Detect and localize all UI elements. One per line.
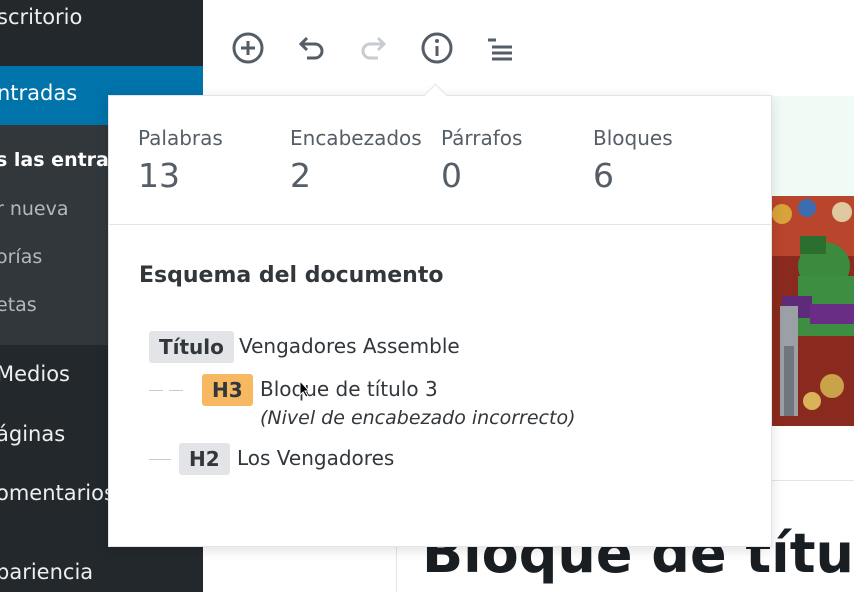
sidebar-item-paginas[interactable]: áginas xyxy=(0,422,65,446)
undo-icon xyxy=(298,36,324,60)
plus-circle-icon xyxy=(232,32,264,64)
stat-value: 6 xyxy=(593,156,614,195)
outline-indent-line xyxy=(169,390,183,391)
submenu-item-add-new[interactable]: r nueva xyxy=(0,198,69,220)
info-icon xyxy=(421,32,453,64)
outline-indent-line xyxy=(149,459,171,460)
mouse-cursor-icon xyxy=(299,380,311,398)
info-button[interactable] xyxy=(419,30,455,66)
outline-heading: Esquema del documento xyxy=(139,263,444,288)
sidebar-item-escritorio[interactable]: scritorio xyxy=(0,0,203,40)
outline-item-warning: (Nivel de encabezado incorrecto) xyxy=(260,407,576,429)
stat-label: Palabras xyxy=(138,126,223,150)
sidebar-item-comentarios[interactable]: omentarios xyxy=(0,481,115,505)
list-icon xyxy=(488,38,512,61)
undo-button[interactable] xyxy=(293,30,329,66)
sidebar-item-label: ntradas xyxy=(0,81,78,105)
stat-blocks: Bloques 6 xyxy=(593,126,673,195)
redo-icon xyxy=(361,36,387,60)
outline-item-text: Vengadores Assemble xyxy=(239,334,460,358)
submenu-item-tags[interactable]: etas xyxy=(0,294,37,316)
stat-label: Párrafos xyxy=(441,126,523,150)
sidebar-item-apariencia[interactable]: pariencia xyxy=(0,560,93,584)
stat-words: Palabras 13 xyxy=(138,126,223,195)
outline-item-text: Bloque de título 3 xyxy=(260,377,438,401)
editor-toolbar xyxy=(203,0,854,96)
stat-value: 0 xyxy=(441,156,462,195)
document-info-popover: Palabras 13 Encabezados 2 Párrafos 0 Blo… xyxy=(108,83,772,547)
stat-value: 2 xyxy=(290,156,311,195)
sidebar-item-label: scritorio xyxy=(0,5,83,29)
outline-level-badge: H2 xyxy=(179,443,230,475)
outline-level-badge-warning: H3 xyxy=(202,374,253,406)
editor-divider xyxy=(772,480,854,481)
stat-paragraphs: Párrafos 0 xyxy=(441,126,522,195)
outline-level-badge: Título xyxy=(149,331,234,363)
redo-button[interactable] xyxy=(356,30,392,66)
outline-indent-line xyxy=(149,390,163,391)
sidebar-item-medios[interactable]: Medios xyxy=(0,362,70,386)
stat-label: Encabezados xyxy=(290,126,422,150)
stat-headings: Encabezados 2 xyxy=(290,126,422,195)
comic-image[interactable] xyxy=(772,196,854,426)
hulk-illustration xyxy=(772,196,854,426)
document-stats: Palabras 13 Encabezados 2 Párrafos 0 Blo… xyxy=(109,96,771,225)
submenu-item-categories[interactable]: orías xyxy=(0,246,42,268)
stat-value: 13 xyxy=(138,156,180,195)
block-navigation-button[interactable] xyxy=(482,30,518,66)
stat-label: Bloques xyxy=(593,126,673,150)
outline-item-text: Los Vengadores xyxy=(237,446,395,470)
add-block-button[interactable] xyxy=(230,30,266,66)
